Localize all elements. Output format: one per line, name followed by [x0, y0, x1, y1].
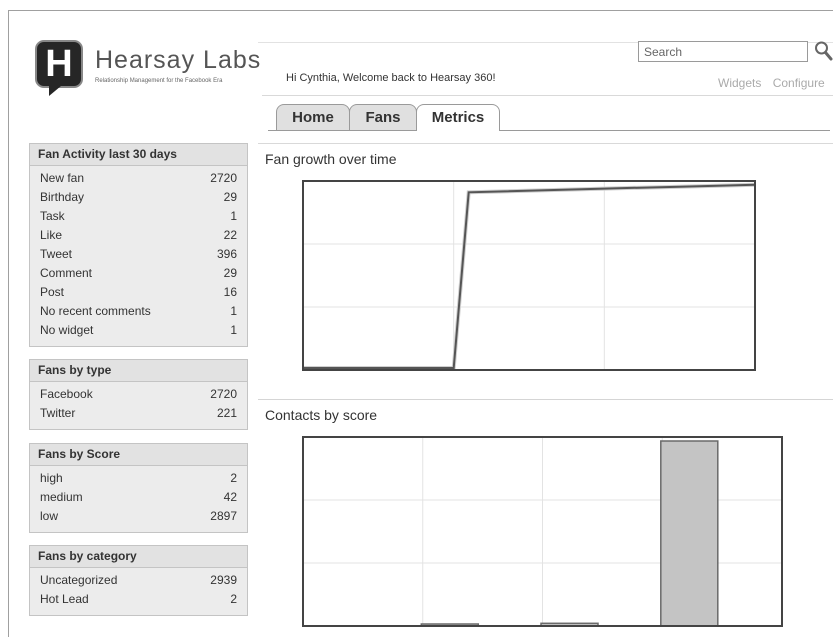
bar-low: [660, 440, 719, 627]
line-chart-plot-area: [303, 181, 755, 370]
charts-layer: [302, 180, 783, 627]
